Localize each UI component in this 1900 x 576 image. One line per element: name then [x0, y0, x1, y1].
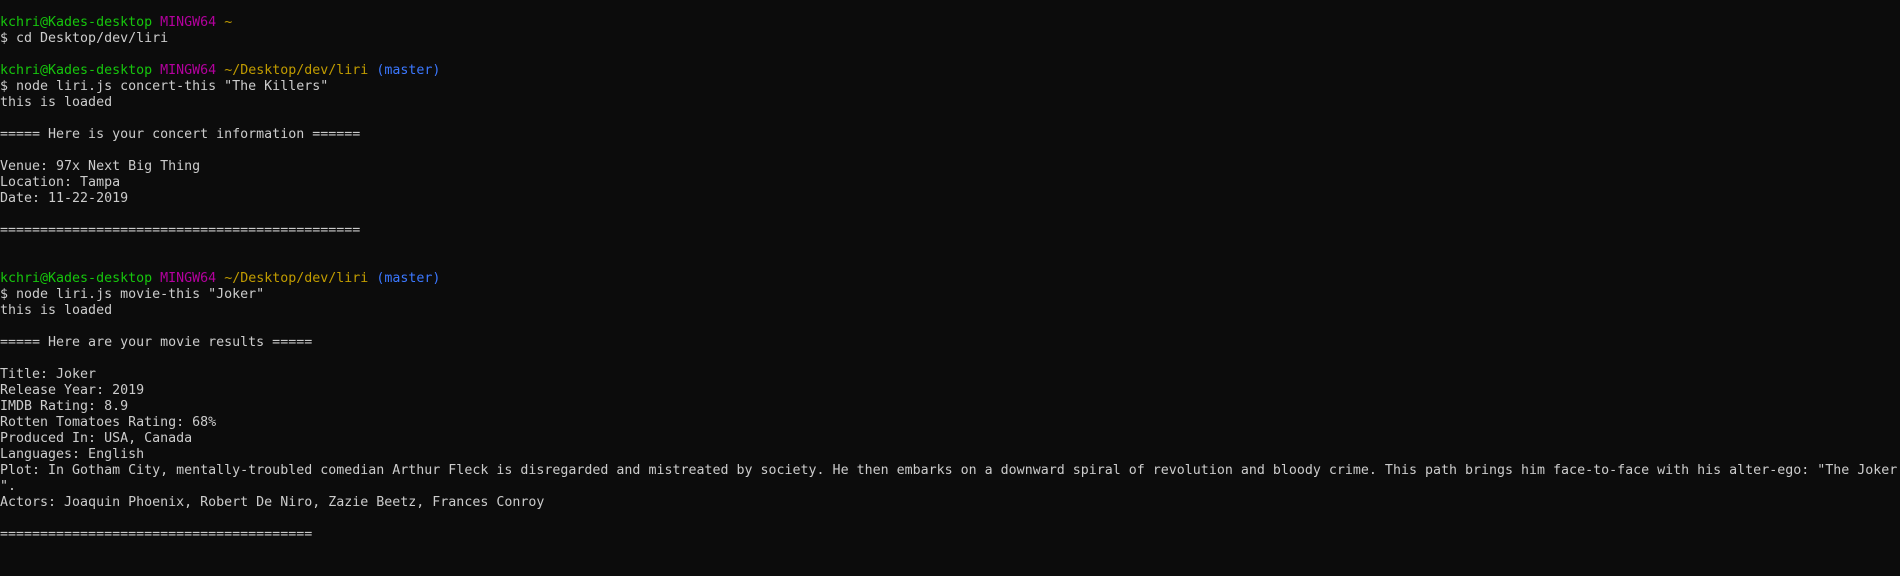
output-line: this is loaded [0, 95, 113, 110]
prompt-user: kchri@Kades-desktop [0, 15, 153, 30]
prompt-user: kchri@Kades-desktop [0, 63, 153, 78]
prompt-system: MINGW64 [160, 15, 217, 30]
prompt-system: MINGW64 [160, 63, 217, 78]
output-header: ===== Here are your movie results ===== [0, 335, 313, 350]
concert-location: Location: Tampa [0, 175, 121, 190]
movie-title: Title: Joker [0, 367, 97, 382]
movie-produced: Produced In: USA, Canada [0, 431, 193, 446]
output-footer: ========================================… [0, 223, 361, 238]
terminal-window[interactable]: kchri@Kades-desktop MINGW64 ~ $ cd Deskt… [0, 0, 1900, 576]
movie-rotten: Rotten Tomatoes Rating: 68% [0, 415, 217, 430]
prompt-branch: (master) [376, 63, 441, 78]
output-line: this is loaded [0, 303, 113, 318]
movie-plot-wrap: ". [0, 479, 17, 494]
prompt-path: ~ [224, 15, 233, 30]
movie-plot: Plot: In Gotham City, mentally-troubled … [0, 463, 1898, 478]
output-footer: ======================================= [0, 527, 313, 542]
prompt-user: kchri@Kades-desktop [0, 271, 153, 286]
movie-imdb: IMDB Rating: 8.9 [0, 399, 129, 414]
output-header: ===== Here is your concert information =… [0, 127, 361, 142]
prompt-line: kchri@Kades-desktop MINGW64 ~/Desktop/de… [0, 63, 1900, 79]
prompt-path: ~/Desktop/dev/liri [224, 63, 369, 78]
command-line: $ node liri.js movie-this "Joker" [0, 287, 265, 302]
prompt-branch: (master) [376, 271, 441, 286]
command-line: $ node liri.js concert-this "The Killers… [0, 79, 329, 94]
prompt-system: MINGW64 [160, 271, 217, 286]
prompt-line: kchri@Kades-desktop MINGW64 ~/Desktop/de… [0, 271, 1900, 287]
movie-actors: Actors: Joaquin Phoenix, Robert De Niro,… [0, 495, 545, 510]
prompt-path: ~/Desktop/dev/liri [224, 271, 369, 286]
concert-date: Date: 11-22-2019 [0, 191, 129, 206]
prompt-line: kchri@Kades-desktop MINGW64 ~ [0, 15, 1900, 31]
movie-year: Release Year: 2019 [0, 383, 145, 398]
movie-languages: Languages: English [0, 447, 145, 462]
command-line: $ cd Desktop/dev/liri [0, 31, 169, 46]
concert-venue: Venue: 97x Next Big Thing [0, 159, 201, 174]
